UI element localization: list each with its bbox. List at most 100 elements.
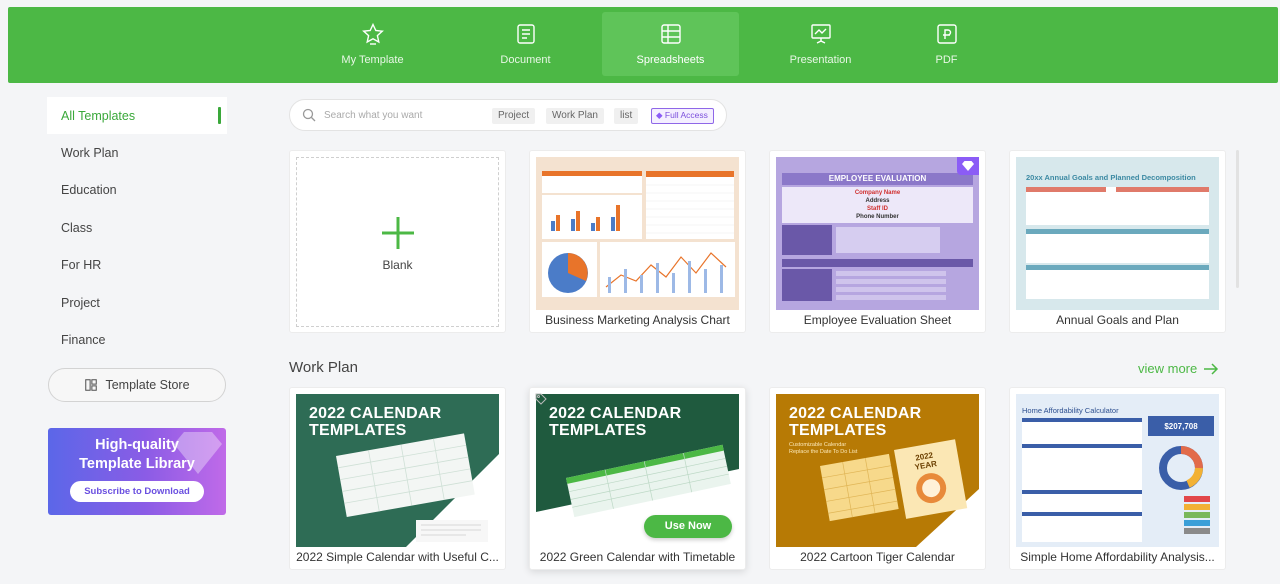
thumb-block xyxy=(1026,187,1106,192)
template-card-title: Employee Evaluation Sheet xyxy=(803,313,952,327)
thumb-block xyxy=(1116,187,1209,192)
view-more-link[interactable]: view more xyxy=(1138,361,1219,376)
tab-label: My Template xyxy=(341,54,404,66)
template-card[interactable]: Home Affordability Calculator $207,708 S… xyxy=(1009,387,1226,570)
premium-badge xyxy=(957,157,979,175)
template-thumbnail: 2022 CALENDAR TEMPLATES xyxy=(296,394,499,547)
sidebar-item-label: Class xyxy=(61,220,93,235)
thumb-fields: Company Name Address Staff ID Phone Numb… xyxy=(782,187,973,223)
diamond-icon: ◆ xyxy=(656,110,663,120)
sidebar-item-label: All Templates xyxy=(61,108,136,123)
sidebar-item-label: Project xyxy=(61,295,100,310)
plus-icon xyxy=(381,216,414,249)
sidebar-item-project[interactable]: Project xyxy=(47,284,227,321)
thumb-block xyxy=(836,287,946,292)
thumb-block xyxy=(836,279,946,284)
promo-banner[interactable]: High-quality Template Library Subscribe … xyxy=(48,428,226,515)
featured-scrollbar[interactable] xyxy=(1236,150,1239,288)
thumb-block xyxy=(1026,229,1209,263)
thumb-value-box: $207,708 xyxy=(1148,416,1214,436)
thumb-heading: EMPLOYEE EVALUATION xyxy=(782,173,973,185)
template-card[interactable]: Business Marketing Analysis Chart xyxy=(529,150,746,333)
thumb-block xyxy=(1022,490,1142,494)
blank-template-area: Blank xyxy=(296,157,499,327)
template-card-title: Annual Goals and Plan xyxy=(1056,313,1179,327)
store-icon xyxy=(85,379,98,391)
template-card[interactable]: EMPLOYEE EVALUATION Company Name Address… xyxy=(769,150,986,333)
presentation-icon xyxy=(810,24,831,44)
tab-spreadsheets[interactable]: Spreadsheets xyxy=(602,12,739,76)
tab-pdf[interactable]: PDF xyxy=(878,12,1015,76)
thumb-value: $207,708 xyxy=(1164,422,1198,431)
template-card[interactable]: 2022 CALENDAR TEMPLATES Customizable Cal… xyxy=(769,387,986,570)
tab-label: Spreadsheets xyxy=(636,54,705,66)
thumb-field: Address xyxy=(865,198,890,204)
template-card-title: 2022 Green Calendar with Timetable xyxy=(539,550,736,564)
thumb-block xyxy=(836,227,940,253)
chart-preview-image xyxy=(542,171,735,297)
tab-label: Presentation xyxy=(789,54,852,66)
search-icon xyxy=(302,108,316,122)
sidebar-item-for-hr[interactable]: For HR xyxy=(47,247,227,284)
sidebar-item-label: Finance xyxy=(61,333,106,348)
tab-my-template[interactable]: My Template xyxy=(304,12,441,76)
thumb-field: Staff ID xyxy=(867,206,888,212)
search-bar: Project Work Plan list ◆ Full Access xyxy=(289,99,727,131)
sidebar-item-label: For HR xyxy=(61,258,102,273)
sidebar-item-education[interactable]: Education xyxy=(47,172,227,209)
spreadsheet-icon xyxy=(660,24,681,44)
search-chip-list[interactable]: list xyxy=(614,108,639,124)
diamond-icon xyxy=(174,432,222,474)
thumb-block xyxy=(782,269,832,301)
full-access-chip[interactable]: ◆ Full Access xyxy=(651,108,714,124)
top-category-bar: My Template Document Spreadsheets Presen… xyxy=(8,7,1278,83)
thumb-block xyxy=(1022,418,1142,542)
template-thumbnail: 2022 CALENDAR TEMPLATES Customizable Cal… xyxy=(776,394,979,547)
thumb-block xyxy=(1026,265,1209,299)
calendar-preview-image xyxy=(336,433,499,547)
tab-document[interactable]: Document xyxy=(457,12,594,76)
template-card[interactable]: 2022 CALENDAR TEMPLATES Use Now 2022 Gre… xyxy=(529,387,746,570)
thumb-block xyxy=(1022,418,1142,422)
full-access-label: Full Access xyxy=(664,110,708,120)
template-thumbnail: EMPLOYEE EVALUATION Company Name Address… xyxy=(776,157,979,310)
subscribe-button[interactable]: Subscribe to Download xyxy=(70,481,204,502)
tab-label: Document xyxy=(500,54,551,66)
section-title: Work Plan xyxy=(289,359,358,376)
sidebar-item-finance[interactable]: Finance xyxy=(47,321,227,358)
thumb-heading: 20xx Annual Goals and Planned Decomposit… xyxy=(1026,173,1196,182)
sidebar-item-work-plan[interactable]: Work Plan xyxy=(47,134,227,171)
thumb-block xyxy=(1026,187,1209,225)
template-card-title: Simple Home Affordability Analysis... xyxy=(1020,550,1215,564)
thumb-block xyxy=(1022,444,1142,448)
template-store-button[interactable]: Template Store xyxy=(48,368,226,402)
thumb-block xyxy=(1026,265,1209,270)
search-input[interactable] xyxy=(324,109,484,121)
thumb-field: Phone Number xyxy=(856,214,899,220)
sidebar-item-class[interactable]: Class xyxy=(47,209,227,246)
star-icon xyxy=(361,22,384,45)
thumb-block xyxy=(836,295,946,300)
pdf-icon xyxy=(936,24,957,44)
favorite-tag-icon[interactable] xyxy=(534,392,548,406)
template-thumbnail xyxy=(536,157,739,310)
thumb-heading: Home Affordability Calculator xyxy=(1022,406,1119,415)
blank-template-card[interactable]: Blank xyxy=(289,150,506,333)
use-now-button[interactable]: Use Now xyxy=(644,515,732,538)
template-store-label: Template Store xyxy=(105,378,190,392)
arrow-right-icon xyxy=(1204,362,1219,375)
search-chip-work-plan[interactable]: Work Plan xyxy=(546,108,604,124)
template-card-title: Business Marketing Analysis Chart xyxy=(545,313,730,327)
template-card[interactable]: 20xx Annual Goals and Planned Decomposit… xyxy=(1009,150,1226,333)
tab-presentation[interactable]: Presentation xyxy=(752,12,889,76)
thumb-field: Company Name xyxy=(854,190,901,196)
tab-label: PDF xyxy=(935,54,958,66)
template-thumbnail: 20xx Annual Goals and Planned Decomposit… xyxy=(1016,157,1219,310)
thumb-block xyxy=(1022,512,1142,516)
document-icon xyxy=(516,24,535,44)
sidebar-item-all-templates[interactable]: All Templates xyxy=(47,97,227,135)
search-chip-project[interactable]: Project xyxy=(492,108,536,124)
template-thumbnail: 2022 CALENDAR TEMPLATES Use Now xyxy=(536,394,739,547)
sidebar-item-label: Work Plan xyxy=(61,146,119,161)
template-card[interactable]: 2022 CALENDAR TEMPLATES 2022 Simple Cale… xyxy=(289,387,506,570)
